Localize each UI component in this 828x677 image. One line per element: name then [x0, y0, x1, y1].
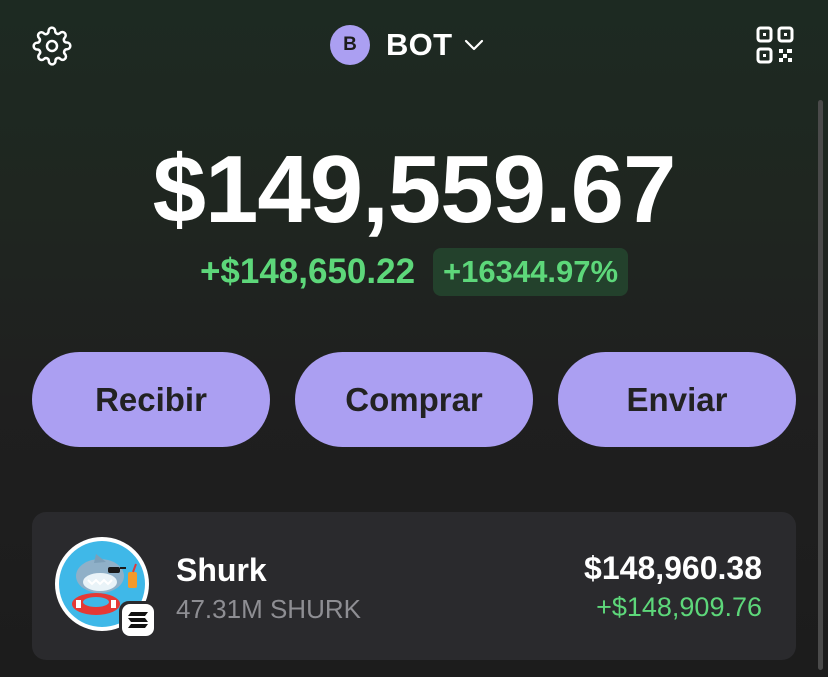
solana-icon: [119, 601, 157, 639]
chevron-down-icon: [462, 33, 486, 57]
buy-button[interactable]: Comprar: [295, 352, 533, 447]
portfolio-change: +$148,650.22 +16344.97%: [0, 248, 828, 296]
qr-code-icon: [756, 26, 794, 64]
token-value: $148,960.38: [584, 550, 762, 586]
send-button[interactable]: Enviar: [558, 352, 796, 447]
action-buttons: Recibir Comprar Enviar: [32, 352, 796, 447]
token-quantity: 47.31M SHURK: [176, 594, 361, 624]
account-name: BOT: [386, 27, 453, 62]
qr-code-button[interactable]: [752, 22, 798, 68]
change-percent-badge: +16344.97%: [433, 248, 629, 296]
settings-button[interactable]: [30, 24, 74, 68]
token-row[interactable]: Shurk 47.31M SHURK $148,960.38 +$148,909…: [32, 512, 796, 660]
receive-button[interactable]: Recibir: [32, 352, 270, 447]
token-change: +$148,909.76: [596, 592, 762, 622]
token-name: Shurk: [176, 552, 267, 588]
portfolio-balance: $149,559.67: [152, 136, 677, 243]
account-selector[interactable]: B BOT: [330, 24, 486, 66]
gear-icon: [32, 26, 72, 66]
account-avatar: B: [330, 25, 370, 65]
change-amount: +$148,650.22: [199, 252, 416, 291]
